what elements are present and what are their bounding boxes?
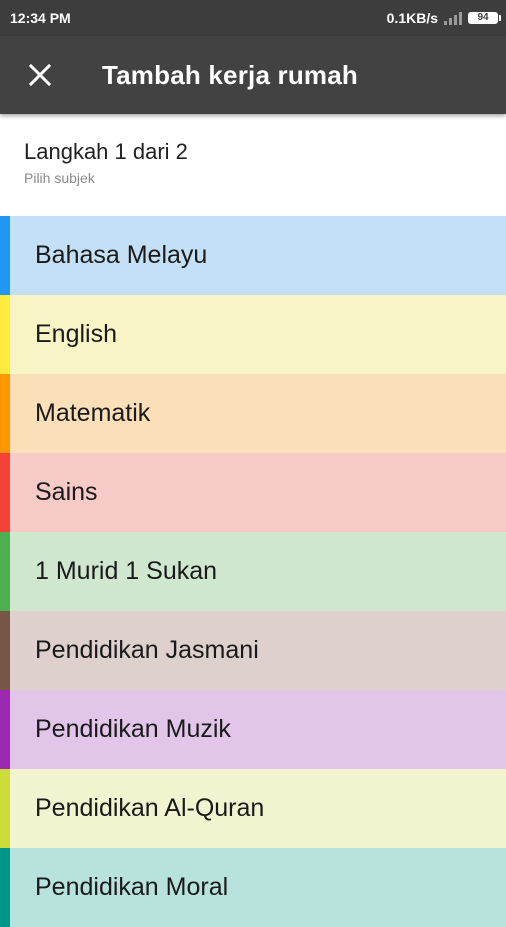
subject-label: Pendidikan Muzik <box>35 715 231 743</box>
close-button[interactable] <box>0 36 80 114</box>
subject-label: Sains <box>35 478 98 506</box>
subject-label: Pendidikan Al-Quran <box>35 794 265 822</box>
subject-item-1-murid-1-sukan[interactable]: 1 Murid 1 Sukan <box>0 532 506 611</box>
subject-item-pendidikan-jasmani[interactable]: Pendidikan Jasmani <box>0 611 506 690</box>
network-speed: 0.1KB/s <box>386 10 438 26</box>
subject-label: English <box>35 320 117 348</box>
close-icon <box>29 64 51 86</box>
subject-label: Pendidikan Moral <box>35 873 229 901</box>
subject-item-pendidikan-moral[interactable]: Pendidikan Moral <box>0 848 506 927</box>
battery-icon: 94 <box>468 12 501 24</box>
status-indicators: 0.1KB/s 94 <box>386 10 501 26</box>
subject-item-english[interactable]: English <box>0 295 506 374</box>
subject-item-sains[interactable]: Sains <box>0 453 506 532</box>
step-header: Langkah 1 dari 2 Pilih subjek <box>0 114 506 216</box>
signal-icon <box>444 11 462 25</box>
subject-label: Pendidikan Jasmani <box>35 636 259 664</box>
subject-list: Bahasa Melayu English Matematik Sains 1 … <box>0 216 506 927</box>
subject-item-pendidikan-muzik[interactable]: Pendidikan Muzik <box>0 690 506 769</box>
status-bar: 12:34 PM 0.1KB/s 94 <box>0 0 506 36</box>
page-title: Tambah kerja rumah <box>102 59 358 90</box>
subject-item-pendidikan-al-quran[interactable]: Pendidikan Al-Quran <box>0 769 506 848</box>
subject-label: Matematik <box>35 399 151 427</box>
app-bar: Tambah kerja rumah <box>0 36 506 114</box>
subject-label: 1 Murid 1 Sukan <box>35 557 218 585</box>
subject-label: Bahasa Melayu <box>35 241 208 269</box>
status-time: 12:34 PM <box>10 10 71 26</box>
step-title: Langkah 1 dari 2 <box>24 139 188 164</box>
step-subtitle: Pilih subjek <box>24 170 95 186</box>
subject-item-bahasa-melayu[interactable]: Bahasa Melayu <box>0 216 506 295</box>
subject-item-matematik[interactable]: Matematik <box>0 374 506 453</box>
